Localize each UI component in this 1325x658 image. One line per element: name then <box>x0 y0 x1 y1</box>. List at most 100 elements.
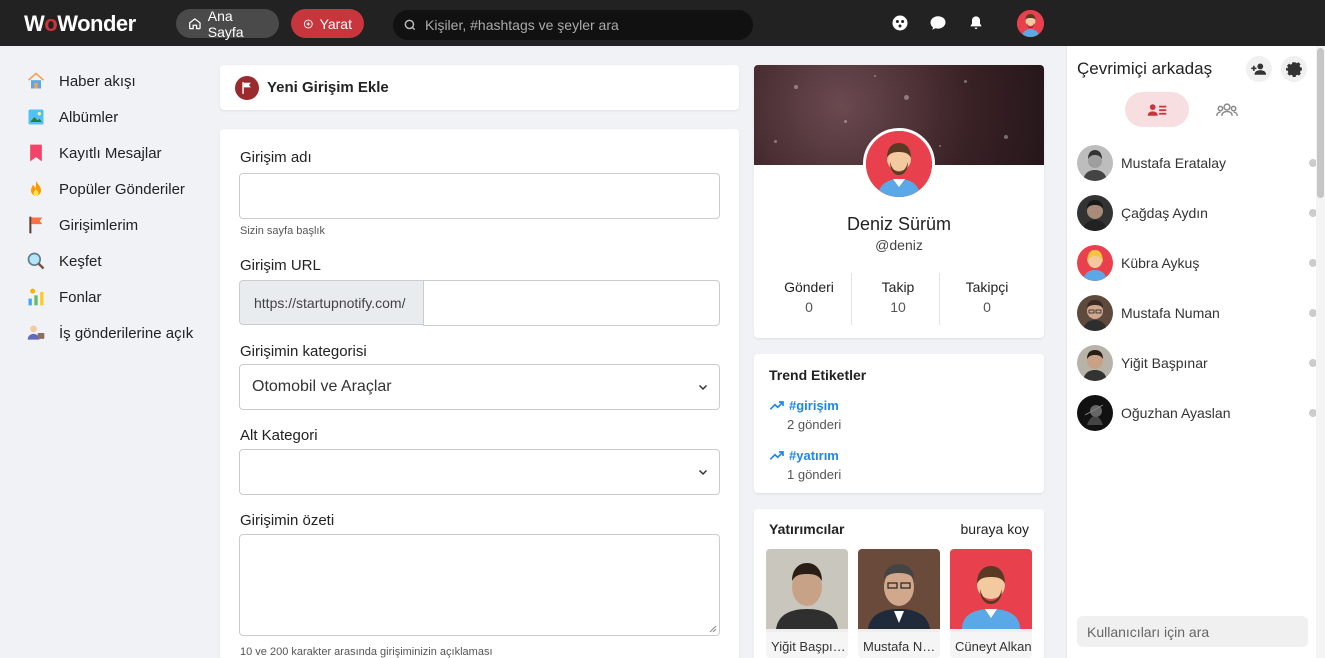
nav-item-explore[interactable]: Keşfet <box>26 250 102 272</box>
investor-card[interactable]: Mustafa Numan <box>858 549 940 658</box>
trend-tag-link[interactable]: #girişim <box>769 398 839 413</box>
friend-item[interactable]: Mustafa Eratalay <box>1077 145 1317 181</box>
emoji-icon[interactable] <box>890 13 910 33</box>
trending-tags-card: Trend Etiketler #girişim 2 gönderi #yatı… <box>754 354 1044 493</box>
avatar <box>1077 295 1113 331</box>
friend-item[interactable]: Yiğit Başpınar <box>1077 345 1317 381</box>
nav-item-albums[interactable]: Albümler <box>26 106 118 128</box>
profile-avatar[interactable] <box>863 128 935 200</box>
nav-item-open-to-work[interactable]: İş gönderilerine açık <box>26 322 193 344</box>
stat-value: 0 <box>805 299 813 315</box>
category-select[interactable]: Otomobil ve Araçlar <box>239 364 720 410</box>
add-friend-button[interactable] <box>1246 56 1272 82</box>
friend-name: Oğuzhan Ayaslan <box>1121 405 1231 421</box>
wowonder-logo[interactable]: Wo Wonder <box>24 10 136 38</box>
scrollbar-thumb[interactable] <box>1317 48 1324 198</box>
home-icon <box>26 71 46 91</box>
nav-item-funds[interactable]: Fonlar <box>26 286 102 308</box>
nav-item-popular-posts[interactable]: Popüler Gönderiler <box>26 178 185 200</box>
flag-icon <box>26 215 46 235</box>
subcategory-select[interactable] <box>239 449 720 495</box>
trend-count: 1 gönderi <box>787 467 842 482</box>
nav-item-my-startups[interactable]: Girişimlerim <box>26 214 138 236</box>
nav-label: Girişimlerim <box>59 216 139 234</box>
summary-textarea[interactable] <box>239 534 720 636</box>
category-value: Otomobil ve Araçlar <box>252 378 392 395</box>
page-scrollbar[interactable] <box>1316 46 1325 658</box>
nav-label: İş gönderilerine açık <box>59 324 194 342</box>
gear-icon <box>1286 62 1302 78</box>
put-here-link[interactable]: buraya koy <box>961 521 1029 537</box>
nav-label: Kayıtlı Mesajlar <box>59 144 162 162</box>
home-icon <box>189 18 201 30</box>
trend-count: 2 gönderi <box>787 417 842 432</box>
profile-username: @deniz <box>875 237 923 253</box>
user-avatar[interactable] <box>1017 10 1044 37</box>
contacts-list-icon <box>1147 103 1167 116</box>
tab-online-list[interactable] <box>1125 92 1189 127</box>
jobs-icon <box>26 323 46 343</box>
trend-tag-link[interactable]: #yatırım <box>769 448 839 463</box>
create-button[interactable]: Yarat <box>291 9 364 38</box>
friend-name: Yiğit Başpınar <box>1121 355 1208 371</box>
friend-item[interactable]: Oğuzhan Ayaslan <box>1077 395 1317 431</box>
bell-icon[interactable] <box>966 13 986 33</box>
fire-icon <box>26 179 46 199</box>
startup-name-input[interactable] <box>239 173 720 219</box>
nav-label: Haber akışı <box>59 72 136 90</box>
stat-followers[interactable]: Takipçi 0 <box>943 279 1031 315</box>
friend-item[interactable]: Kübra Aykuş <box>1077 245 1317 281</box>
startup-url-input[interactable] <box>423 280 720 326</box>
trend-tag-text: #yatırım <box>789 448 839 463</box>
summary-label: Girişimin özeti <box>240 512 335 529</box>
investor-name: Mustafa Numan <box>858 632 940 658</box>
messages-icon[interactable] <box>928 13 948 33</box>
stat-label: Takip <box>881 279 915 295</box>
url-prefix: https://startupnotify.com/ <box>239 280 424 325</box>
trending-up-icon <box>769 400 784 410</box>
settings-button[interactable] <box>1281 56 1307 82</box>
stat-label: Takipçi <box>965 279 1009 295</box>
chevron-down-icon <box>698 384 708 391</box>
category-label: Girişimin kategorisi <box>240 343 367 360</box>
nav-label: Popüler Gönderiler <box>59 180 185 198</box>
profile-name[interactable]: Deniz Sürüm <box>754 214 1044 235</box>
friend-item[interactable]: Çağdaş Aydın <box>1077 195 1317 231</box>
subcategory-label: Alt Kategori <box>240 427 318 444</box>
investors-card: Yatırımcılar buraya koy Yiğit Başpınar M… <box>754 509 1044 658</box>
avatar <box>1077 145 1113 181</box>
avatar <box>1077 345 1113 381</box>
friend-item[interactable]: Mustafa Numan <box>1077 295 1317 331</box>
stat-following[interactable]: Takip 10 <box>854 279 942 315</box>
explore-icon <box>26 251 46 271</box>
form-header-card: Yeni Girişim Ekle <box>220 65 739 110</box>
user-search-input[interactable] <box>1077 616 1308 647</box>
nav-item-saved-posts[interactable]: Kayıtlı Mesajlar <box>26 142 162 164</box>
resize-handle-icon[interactable] <box>709 625 717 633</box>
stat-value: 10 <box>890 299 906 315</box>
trending-title: Trend Etiketler <box>769 367 867 383</box>
investor-card[interactable]: Yiğit Başpınar <box>766 549 848 658</box>
friend-name: Mustafa Eratalay <box>1121 155 1227 171</box>
add-user-icon <box>1251 63 1267 75</box>
investor-card[interactable]: Cüneyt Alkan <box>950 549 1032 658</box>
investor-photo <box>858 549 940 629</box>
create-label: Yarat <box>319 15 352 32</box>
tab-groups[interactable] <box>1195 92 1259 127</box>
nav-label: Fonlar <box>59 288 102 306</box>
album-icon <box>26 107 46 127</box>
nav-label: Keşfet <box>59 252 102 270</box>
online-friends-sidebar: Çevrimiçi arkadaş Mustafa Eratalay Çağda… <box>1066 46 1325 658</box>
stat-posts[interactable]: Gönderi 0 <box>765 279 853 315</box>
nav-label: Albümler <box>59 108 119 126</box>
nav-item-news-feed[interactable]: Haber akışı <box>26 70 136 92</box>
trending-up-icon <box>769 450 784 460</box>
search-bar[interactable] <box>393 10 753 40</box>
top-navbar: Wo Wonder Ana Sayfa Yarat <box>0 0 1325 46</box>
trend-tag-text: #girişim <box>789 398 839 413</box>
bookmark-icon <box>26 143 46 163</box>
home-button[interactable]: Ana Sayfa <box>176 8 279 40</box>
startup-url-label: Girişim URL <box>240 257 321 274</box>
investor-photo <box>766 549 848 629</box>
search-input[interactable] <box>425 17 745 33</box>
